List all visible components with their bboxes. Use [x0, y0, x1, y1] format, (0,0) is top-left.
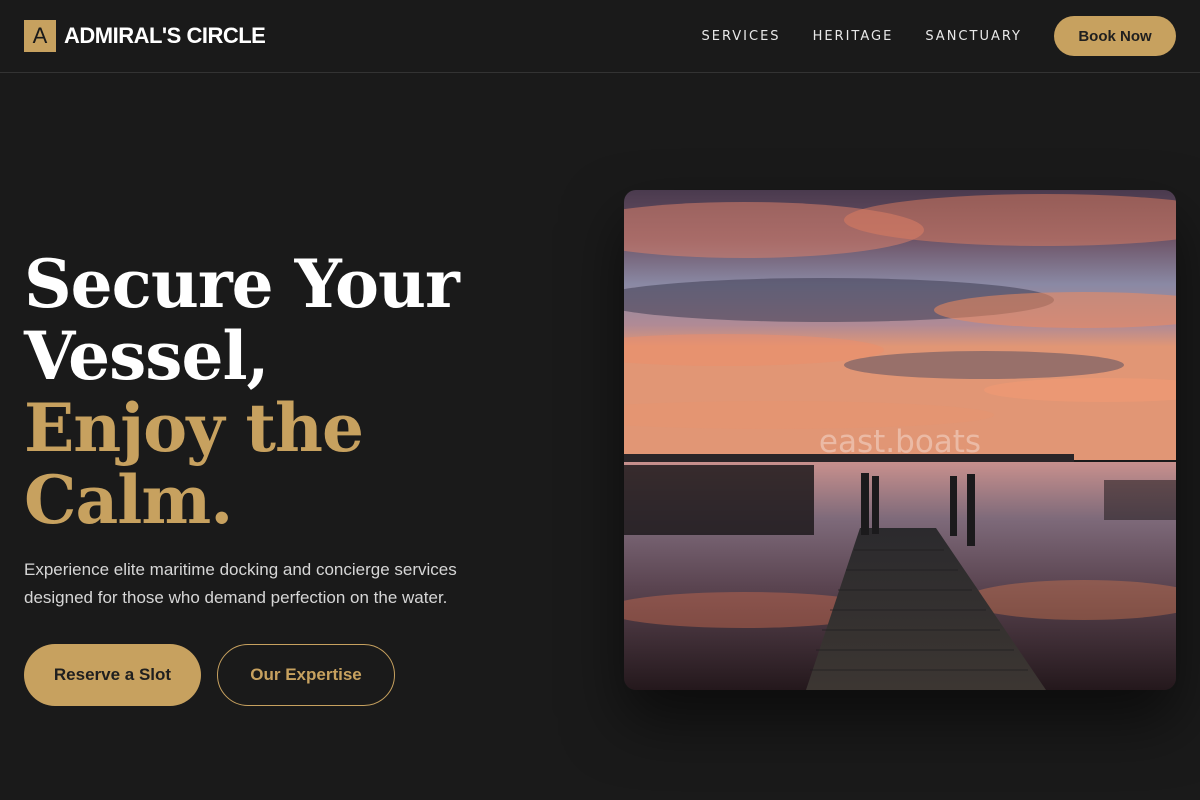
headline-accent: Enjoy the Calm.	[24, 389, 364, 539]
nav-link-services[interactable]: SERVICES	[702, 29, 781, 44]
hero-image: east.boats	[624, 190, 1176, 690]
nav-link-sanctuary[interactable]: SANCTUARY	[925, 29, 1022, 44]
image-watermark: east.boats	[818, 424, 982, 460]
hero-subtext: Experience elite maritime docking and co…	[24, 560, 457, 607]
our-expertise-button[interactable]: Our Expertise	[217, 644, 395, 706]
site-header: A ADMIRAL'S CIRCLE SERVICES HERITAGE SAN…	[0, 0, 1200, 73]
headline-line-1: Secure Your	[24, 245, 460, 323]
cta-row: Reserve a Slot Our Expertise	[24, 644, 584, 706]
reserve-slot-button[interactable]: Reserve a Slot	[24, 644, 201, 706]
headline-line-2: Vessel,	[24, 317, 269, 395]
hero-headline: Secure Your Vessel, Enjoy the Calm.	[24, 248, 584, 536]
logo-mark: A	[24, 20, 56, 52]
brand-logo[interactable]: A ADMIRAL'S CIRCLE	[24, 20, 266, 52]
main-nav: SERVICES HERITAGE SANCTUARY Book Now	[702, 16, 1176, 56]
landing-page: A ADMIRAL'S CIRCLE SERVICES HERITAGE SAN…	[0, 0, 1200, 800]
brand-name: ADMIRAL'S CIRCLE	[64, 23, 266, 48]
nav-link-heritage[interactable]: HERITAGE	[813, 29, 894, 44]
book-now-button[interactable]: Book Now	[1054, 16, 1176, 56]
hero-section: Secure Your Vessel, Enjoy the Calm. Expe…	[24, 248, 584, 706]
